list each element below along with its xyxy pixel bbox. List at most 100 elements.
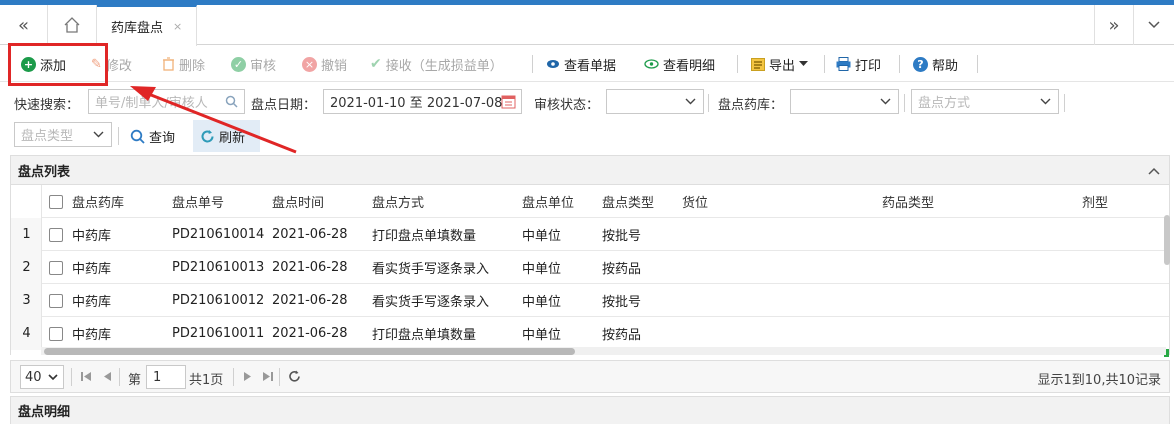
view-detail-label: 查看明细 — [663, 58, 716, 74]
delete-button[interactable]: 删除 — [162, 54, 205, 74]
audit-status-label: 审核状态： — [534, 98, 600, 113]
cell-method: 看实货手写逐条录入 — [372, 262, 490, 277]
nav-forward-button[interactable]: » — [1094, 5, 1134, 45]
method-select[interactable]: 盘点方式 — [911, 89, 1059, 114]
horizontal-scrollbar[interactable] — [44, 348, 575, 355]
stocktake-table: 盘点药库 盘点单号 盘点时间 盘点方式 盘点单位 盘点类型 货位 药品类型 剂型… — [10, 185, 1170, 355]
filter-divider — [118, 127, 119, 145]
col-header-form[interactable]: 剂型 — [1082, 185, 1108, 218]
toolbar-divider — [824, 55, 825, 73]
row-checkbox[interactable] — [49, 284, 63, 317]
eye-outline-icon — [644, 59, 659, 69]
toolbar-divider — [532, 55, 533, 73]
cell-warehouse: 中药库 — [72, 328, 112, 343]
filter-divider — [1064, 94, 1065, 112]
list-panel-header: 盘点列表 — [10, 155, 1170, 185]
edit-button[interactable]: ✎ 修改 — [91, 54, 132, 74]
col-header-drug-type[interactable]: 药品类型 — [882, 185, 934, 218]
col-header-order-no[interactable]: 盘点单号 — [172, 185, 224, 218]
query-label: 查询 — [149, 130, 176, 146]
edit-label: 修改 — [105, 58, 132, 74]
quick-search-placeholder: 单号/制单人/审核人 — [95, 96, 208, 111]
detail-panel-header: 盘点明细 — [10, 396, 1170, 424]
col-header-method[interactable]: 盘点方式 — [372, 185, 424, 218]
search-icon — [225, 95, 238, 108]
warehouse-select[interactable] — [790, 89, 899, 114]
method-placeholder: 盘点方式 — [918, 96, 971, 111]
home-button[interactable] — [48, 5, 97, 45]
tab-label: 药库盘点 — [111, 21, 164, 36]
row-checkbox[interactable] — [49, 218, 63, 251]
plus-circle-icon: + — [21, 56, 36, 72]
export-button[interactable]: 导出 — [751, 54, 809, 74]
filter-divider — [708, 94, 709, 112]
page-prefix: 第 — [128, 373, 142, 388]
prev-page-icon[interactable] — [103, 371, 112, 382]
col-header-time[interactable]: 盘点时间 — [272, 185, 324, 218]
nav-back-button[interactable]: « — [0, 5, 48, 45]
view-detail-button[interactable]: 查看明细 — [644, 54, 715, 74]
col-header-warehouse[interactable]: 盘点药库 — [72, 185, 124, 218]
close-icon[interactable]: × — [173, 20, 182, 33]
table-row[interactable]: 4 中药库 PD210610011 2021-06-28 打印盘点单填数量 中单位 按药品 — [11, 317, 1169, 350]
detail-panel-title: 盘点明细 — [18, 405, 71, 420]
last-page-icon[interactable] — [262, 371, 273, 382]
calendar-icon[interactable] — [501, 94, 516, 109]
row-number: 3 — [22, 293, 31, 308]
tab-menu-button[interactable] — [1134, 5, 1174, 45]
row-checkbox[interactable] — [49, 251, 63, 284]
vertical-scrollbar[interactable] — [1164, 215, 1170, 265]
pager-divider — [233, 368, 234, 386]
row-number: 4 — [22, 326, 31, 341]
col-header-unit[interactable]: 盘点单位 — [522, 185, 574, 218]
quick-search-input[interactable]: 单号/制单人/审核人 — [88, 89, 245, 114]
tab-warehouse-stocktake[interactable]: 药库盘点 × — [97, 5, 197, 46]
view-document-button[interactable]: 查看单据 — [546, 54, 616, 74]
table-row[interactable]: 3 中药库 PD210610012 2021-06-28 看实货手写逐条录入 中单位 按批号 — [11, 284, 1169, 317]
cell-warehouse: 中药库 — [72, 295, 112, 310]
chevron-down-icon — [1040, 98, 1051, 105]
select-all-checkbox[interactable] — [49, 185, 63, 218]
date-range-value: 2021-01-10 至 2021-07-08 — [330, 96, 503, 111]
reload-icon[interactable] — [288, 370, 301, 383]
row-checkbox[interactable] — [49, 317, 63, 350]
table-row[interactable]: 1 中药库 PD210610014 2021-06-28 打印盘点单填数量 中单位 按批号 — [11, 218, 1169, 251]
pager-divider — [71, 368, 72, 386]
audit-button[interactable]: ✓ 审核 — [231, 54, 276, 74]
check-circle-icon: ✓ — [231, 56, 246, 72]
export-icon — [751, 57, 765, 71]
help-label: 帮助 — [932, 58, 959, 74]
first-page-icon[interactable] — [81, 371, 92, 382]
toolbar-divider — [737, 55, 738, 73]
page-number-input[interactable]: 1 — [146, 365, 186, 389]
cell-unit: 中单位 — [522, 295, 562, 310]
col-header-location[interactable]: 货位 — [682, 185, 708, 218]
filter-divider — [904, 94, 905, 112]
type-select[interactable]: 盘点类型 — [14, 122, 112, 147]
collapse-icon[interactable] — [1148, 167, 1160, 175]
add-button[interactable]: + 添加 — [21, 54, 66, 74]
audit-label: 审核 — [250, 58, 277, 74]
trash-icon — [163, 57, 174, 71]
type-placeholder: 盘点类型 — [21, 129, 74, 144]
revoke-button[interactable]: × 撤销 — [302, 54, 347, 74]
add-label: 添加 — [40, 58, 67, 74]
audit-status-select[interactable] — [606, 89, 704, 114]
page-size-select[interactable]: 40 — [20, 365, 64, 389]
cell-unit: 中单位 — [522, 262, 562, 277]
query-button[interactable]: 查询 — [130, 126, 175, 146]
print-button[interactable]: 打印 — [836, 54, 881, 74]
cell-type: 按批号 — [602, 295, 642, 310]
refresh-button[interactable]: 刷新 — [193, 120, 260, 152]
eye-icon — [547, 60, 559, 68]
receive-button[interactable]: ✔ 接收（生成损益单） — [370, 54, 503, 74]
date-range-input[interactable]: 2021-01-10 至 2021-07-08 — [323, 89, 522, 114]
pager-divider — [119, 368, 120, 386]
pager-divider — [279, 368, 280, 386]
col-header-type[interactable]: 盘点类型 — [602, 185, 654, 218]
table-row[interactable]: 2 中药库 PD210610013 2021-06-28 看实货手写逐条录入 中单位 按药品 — [11, 251, 1169, 284]
help-button[interactable]: ? 帮助 — [913, 54, 958, 74]
next-page-icon[interactable] — [243, 371, 252, 382]
page-number-value: 1 — [153, 369, 162, 385]
cell-time: 2021-06-28 — [272, 227, 348, 242]
